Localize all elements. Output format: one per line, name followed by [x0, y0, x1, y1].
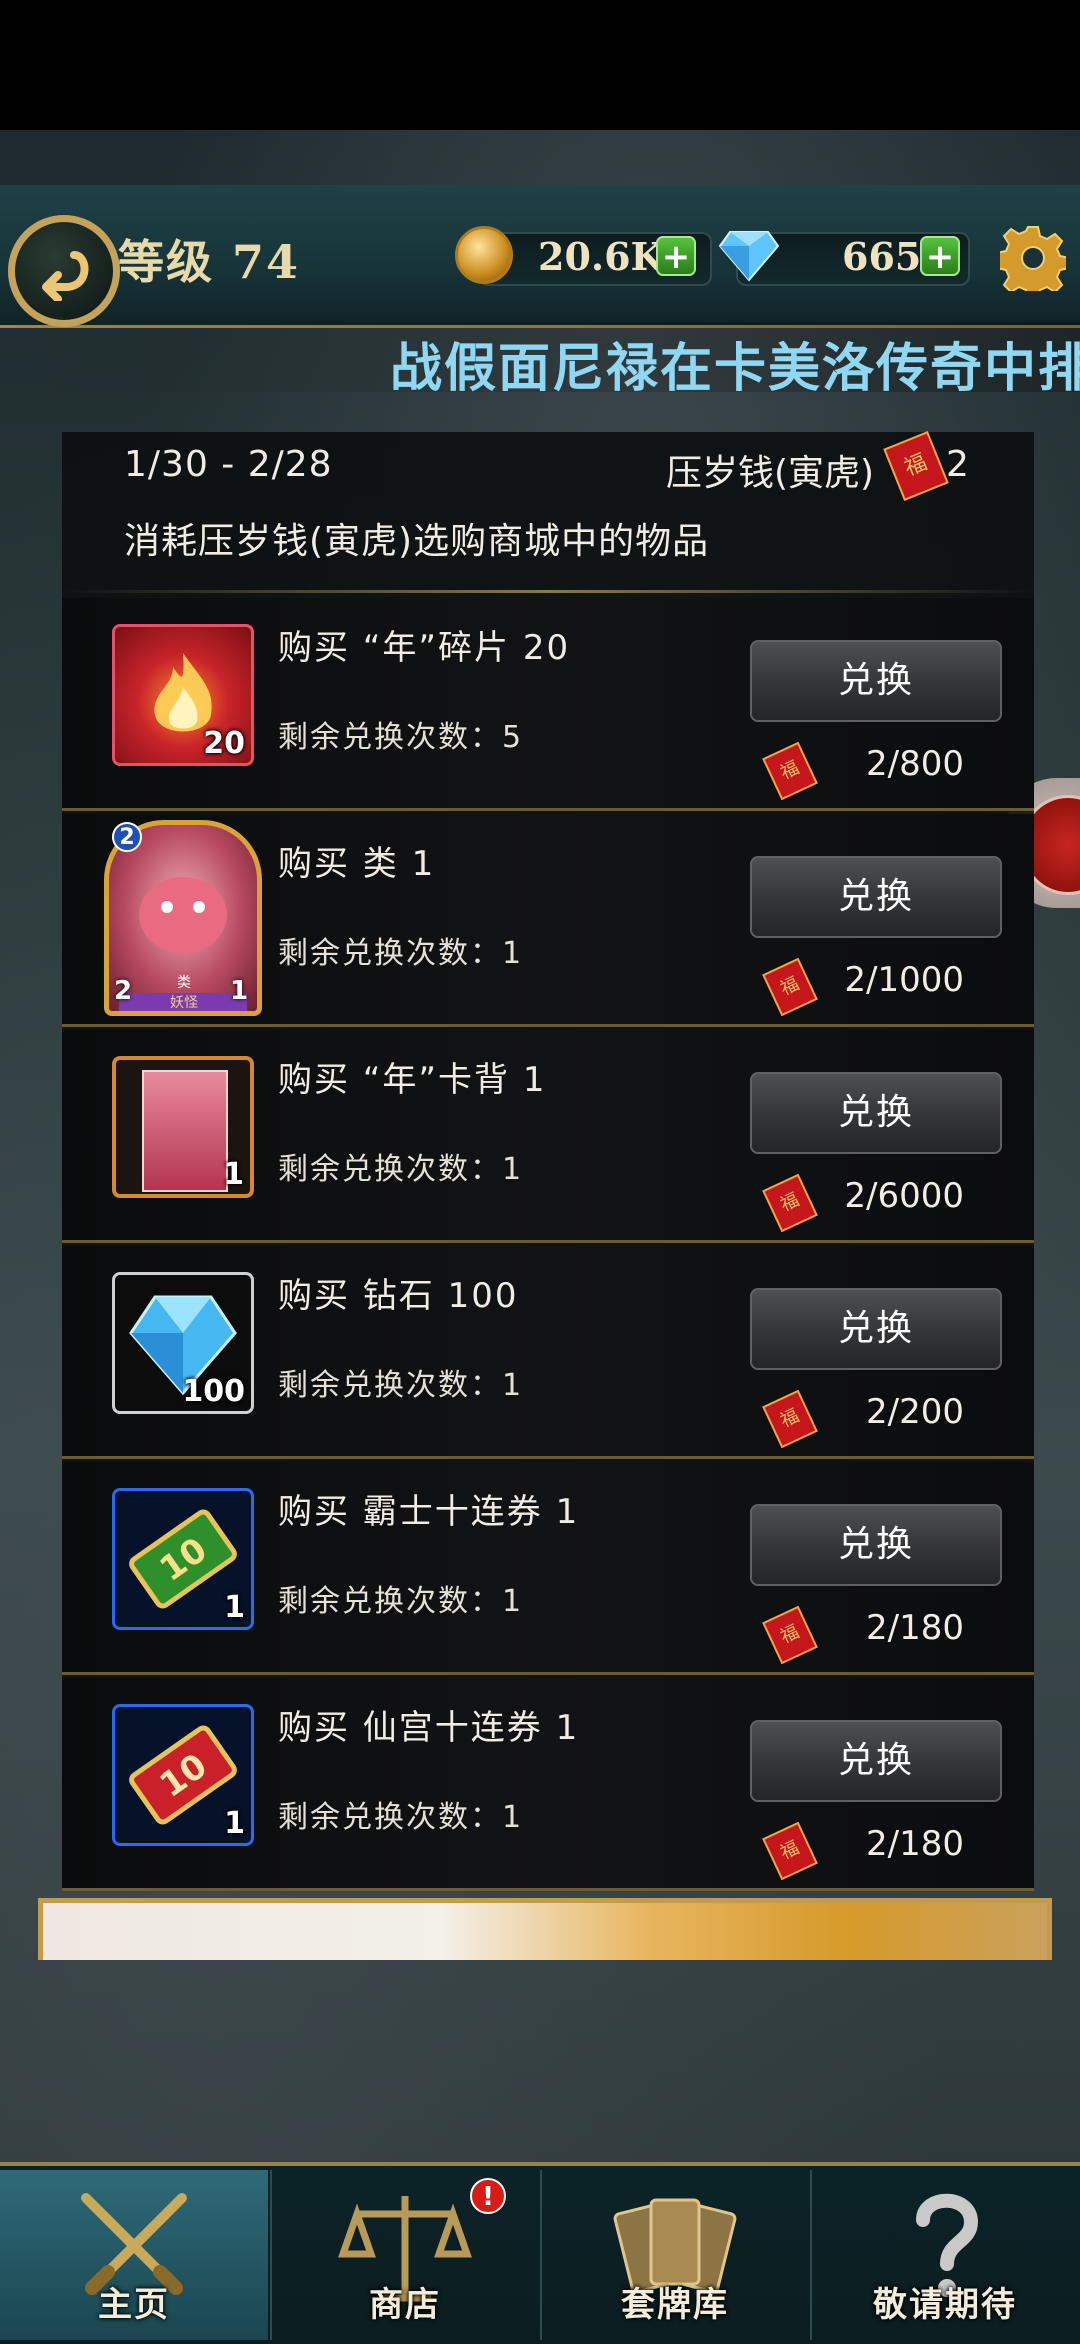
item-remaining: 剩余兑换次数：1: [278, 1800, 524, 1835]
item-cost: 2/6000: [844, 1176, 964, 1216]
ticket-red-icon: 10 1: [112, 1704, 254, 1846]
add-gold-button[interactable]: +: [656, 236, 696, 276]
item-title: 购买 “年”卡背 1: [278, 1060, 547, 1100]
event-currency-count: 2: [946, 444, 969, 485]
exchange-button[interactable]: 兑换: [750, 1288, 1002, 1370]
panel-divider: [62, 590, 1034, 593]
red-envelope-icon: 福: [762, 1821, 818, 1881]
announcement-marquee: 战假面尼禄在卡美洛传奇中排: [0, 322, 1080, 392]
item-title: 购买 “年”碎片 20: [278, 628, 571, 668]
item-cost: 2/1000: [844, 960, 964, 1000]
gem-amount: 665: [842, 234, 922, 279]
item-cost: 2/800: [866, 744, 964, 784]
shop-item-row: 2 2 1 类 妖怪 购买 类 1 剩余兑换次数：1 兑换 福 2/1000: [62, 814, 1034, 1027]
event-currency-name: 压岁钱(寅虎): [666, 453, 875, 494]
shop-item-row: 20 购买 “年”碎片 20 剩余兑换次数：5 兑换 福 2/800: [62, 598, 1034, 811]
tab-home-label: 主页: [98, 2285, 170, 2325]
tab-deck-library[interactable]: 套牌库: [540, 2170, 808, 2340]
red-envelope-icon: 福: [762, 1605, 818, 1665]
add-gems-button[interactable]: +: [920, 236, 960, 276]
shop-item-row: 100 购买 钻石 100 剩余兑换次数：1 兑换 福 2/200: [62, 1246, 1034, 1459]
item-quantity: 1: [224, 1806, 245, 1841]
exchange-button[interactable]: 兑换: [750, 640, 1002, 722]
item-remaining: 剩余兑换次数：5: [278, 720, 524, 755]
exchange-button[interactable]: 兑换: [750, 1720, 1002, 1802]
item-quantity: 1: [223, 1157, 244, 1192]
event-banner[interactable]: [38, 1898, 1052, 1960]
item-quantity: 1: [224, 1590, 245, 1625]
diamond-icon: [718, 231, 780, 282]
shop-notification-badge: !: [470, 2178, 506, 2214]
item-quantity: 100: [182, 1374, 245, 1409]
item-title: 购买 类 1: [278, 844, 436, 884]
event-date-range: 1/30 - 2/28: [124, 444, 333, 485]
item-cost: 2/200: [866, 1392, 964, 1432]
item-title: 购买 钻石 100: [278, 1276, 519, 1316]
back-arrow-icon: [42, 251, 89, 301]
red-envelope-icon: 福: [762, 957, 818, 1017]
item-cost: 2/180: [866, 1608, 964, 1648]
card-attack: 2: [114, 976, 133, 1006]
card-cost-badge: 2: [112, 822, 142, 852]
card-back-art: [142, 1070, 228, 1192]
card-name: 类: [177, 975, 191, 991]
exchange-button[interactable]: 兑换: [750, 1072, 1002, 1154]
item-title: 购买 仙宫十连券 1: [278, 1708, 580, 1748]
tab-deck-library-label: 套牌库: [621, 2285, 729, 2325]
tab-shop-label: 商店: [369, 2285, 441, 2325]
event-description: 消耗压岁钱(寅虎)选购商城中的物品: [124, 521, 710, 562]
red-envelope-icon: 福: [762, 1389, 818, 1449]
item-remaining: 剩余兑换次数：1: [278, 1584, 524, 1619]
item-title: 购买 霸士十连券 1: [278, 1492, 580, 1532]
exchange-button[interactable]: 兑换: [750, 856, 1002, 938]
tab-home[interactable]: 主页: [0, 2170, 268, 2340]
exchange-button[interactable]: 兑换: [750, 1504, 1002, 1586]
gold-amount: 20.6K: [538, 234, 664, 279]
back-button[interactable]: [8, 215, 120, 327]
tab-coming-soon[interactable]: 敬请期待: [810, 2170, 1078, 2340]
player-level: 等级 74: [118, 235, 301, 289]
red-envelope-icon: 福: [762, 741, 818, 801]
tab-coming-soon-label: 敬请期待: [873, 2285, 1017, 2325]
item-remaining: 剩余兑换次数：1: [278, 1368, 524, 1403]
item-remaining: 剩余兑换次数：1: [278, 1152, 524, 1187]
shop-item-row: 10 1 购买 仙宫十连券 1 剩余兑换次数：1 兑换 福 2/180: [62, 1678, 1034, 1891]
ticket-green-icon: 10 1: [112, 1488, 254, 1630]
item-quantity: 20: [203, 726, 245, 761]
card-back-icon: 1: [112, 1056, 254, 1198]
card-health: 1: [230, 976, 249, 1006]
gold-coin-icon: [455, 226, 513, 284]
diamond-item-icon: 100: [112, 1272, 254, 1414]
settings-gear-icon[interactable]: [1000, 225, 1066, 291]
card-type: 妖怪: [170, 995, 198, 1011]
red-envelope-icon: 福: [762, 1173, 818, 1233]
shop-item-row: 10 1 购买 霸士十连券 1 剩余兑换次数：1 兑换 福 2/180: [62, 1462, 1034, 1675]
item-cost: 2/180: [866, 1824, 964, 1864]
item-remaining: 剩余兑换次数：1: [278, 936, 524, 971]
nian-fragment-icon: 20: [112, 624, 254, 766]
shop-item-row: 1 购买 “年”卡背 1 剩余兑换次数：1 兑换 福 2/6000: [62, 1030, 1034, 1243]
marquee-text: 战假面尼禄在卡美洛传奇中排: [390, 339, 1080, 392]
